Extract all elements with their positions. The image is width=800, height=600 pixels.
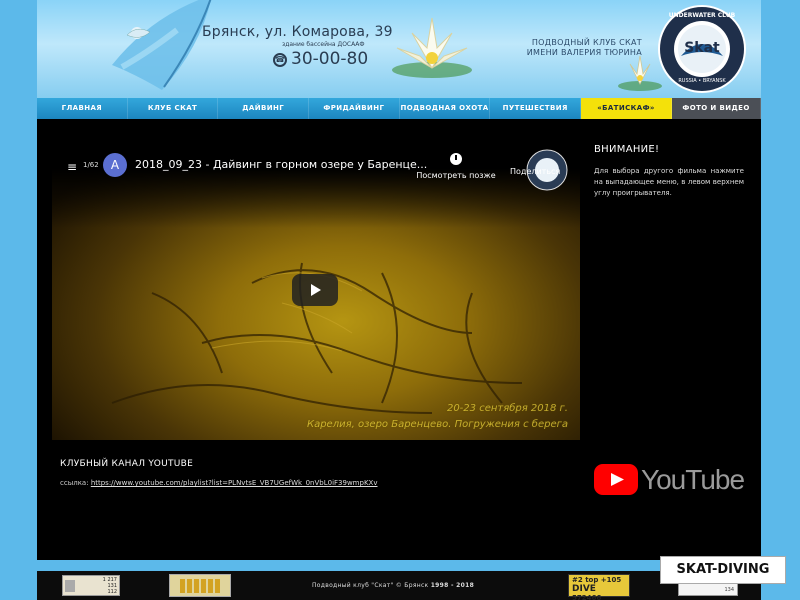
youtube-section-heading: КЛУБНЫЙ КАНАЛ YOUTUBE	[60, 459, 194, 469]
nav-travel[interactable]: ПУТЕШЕСТВИЯ	[490, 98, 582, 119]
counter-value-3: 112	[107, 589, 117, 595]
logo-brand: Skat	[684, 40, 720, 56]
phone-number[interactable]: ☎ 30-00-80	[273, 49, 368, 69]
video-caption-place: Карелия, озеро Баренцево. Погружения с б…	[306, 419, 568, 430]
club-name-line1: ПОДВОДНЫЙ КЛУБ СКАТ	[531, 38, 642, 47]
youtube-logo[interactable]: YouTube	[594, 463, 745, 497]
club-logo[interactable]: Skat UNDERWATER CLUB RUSSIA • BRYANSK	[657, 4, 747, 94]
stingray-illustration	[112, 0, 212, 90]
youtube-wordmark: YouTube	[641, 464, 745, 495]
watch-later-button[interactable]: Посмотреть позже	[414, 153, 498, 180]
player-top-overlay	[52, 143, 580, 228]
top-delta: +105	[600, 576, 622, 584]
main-content: ≡ 1/62 A 2018_09_23 - Дайвинг в горном о…	[37, 119, 761, 560]
phone-value: 30-00-80	[291, 49, 369, 69]
water-lily-image	[392, 17, 472, 78]
top-score: 572466	[572, 594, 602, 600]
video-player[interactable]: ≡ 1/62 A 2018_09_23 - Дайвинг в горном о…	[52, 143, 580, 440]
address-sub: здание бассейна ДОСААФ	[282, 41, 365, 48]
main-nav: ГЛАВНАЯ КЛУБ СКАТ ДАЙВИНГ ФРИДАЙВИНГ ПОД…	[37, 98, 762, 119]
watch-later-label: Посмотреть позже	[416, 171, 496, 180]
playlist-count: 1/62	[83, 161, 99, 169]
phone-icon: ☎	[273, 53, 287, 67]
site-footer: 1 217 131 112 Подводный клуб "Скат" © Бр…	[37, 571, 761, 600]
copyright-years: 1998 - 2018	[430, 582, 475, 589]
play-button[interactable]	[292, 274, 338, 306]
counter-arrow-icon	[65, 580, 75, 592]
clock-icon	[450, 153, 462, 165]
youtube-link-row: ссылка: https://www.youtube.com/playlist…	[60, 479, 377, 487]
nav-home[interactable]: ГЛАВНАЯ	[37, 98, 128, 119]
stats-bars-icon	[180, 579, 222, 593]
nav-club-skat[interactable]: КЛУБ СКАТ	[128, 98, 219, 119]
share-button[interactable]: Поделиться	[510, 167, 560, 176]
top-label: top	[585, 576, 599, 584]
copyright: Подводный клуб "Скат" © Брянск 1998 - 20…	[312, 582, 474, 589]
stats-counter[interactable]	[169, 574, 231, 597]
nav-diving[interactable]: ДАЙВИНГ	[218, 98, 310, 119]
playlist-menu-icon[interactable]: ≡	[67, 160, 77, 174]
visit-counter[interactable]: 1 217 131 112	[62, 575, 120, 596]
copyright-text: Подводный клуб "Скат" © Брянск	[312, 582, 429, 589]
top-dive-label: DIVE	[572, 584, 596, 594]
youtube-play-icon	[594, 464, 638, 495]
nav-photo-video[interactable]: ФОТО И ВИДЕО	[672, 98, 762, 119]
youtube-link-label: ссылка:	[60, 479, 89, 487]
site-header: Брянск, ул. Комарова, 39 здание бассейна…	[37, 0, 761, 98]
youtube-playlist-link[interactable]: https://www.youtube.com/playlist?list=PL…	[91, 479, 378, 487]
notice-title: ВНИМАНИЕ!	[594, 144, 660, 155]
address: Брянск, ул. Комарова, 39	[202, 24, 393, 40]
top-dive-banner[interactable]: #2 top +105 DIVE 572466	[568, 574, 630, 600]
video-title[interactable]: 2018_09_23 - Дайвинг в горном озере у Ба…	[135, 158, 427, 171]
nav-freediving[interactable]: ФРИДАЙВИНГ	[309, 98, 400, 119]
top-rank: #2	[572, 576, 583, 584]
video-caption-date: 20-23 сентября 2018 г.	[446, 403, 568, 414]
logo-bottom-text: RUSSIA • BRYANSK	[678, 78, 726, 84]
nav-spearfishing[interactable]: ПОДВОДНАЯ ОХОТА	[400, 98, 491, 119]
skat-diving-watermark: SKAT-DIVING	[660, 556, 786, 584]
logo-top-text: UNDERWATER CLUB	[668, 12, 736, 19]
notice-text: Для выбора другого фильма нажмите на вып…	[594, 167, 744, 197]
counter-values: 1 217 131 112	[83, 577, 117, 595]
nav-batiskaf[interactable]: «БАТИСКАФ»	[581, 98, 673, 119]
channel-avatar[interactable]: A	[103, 153, 127, 177]
